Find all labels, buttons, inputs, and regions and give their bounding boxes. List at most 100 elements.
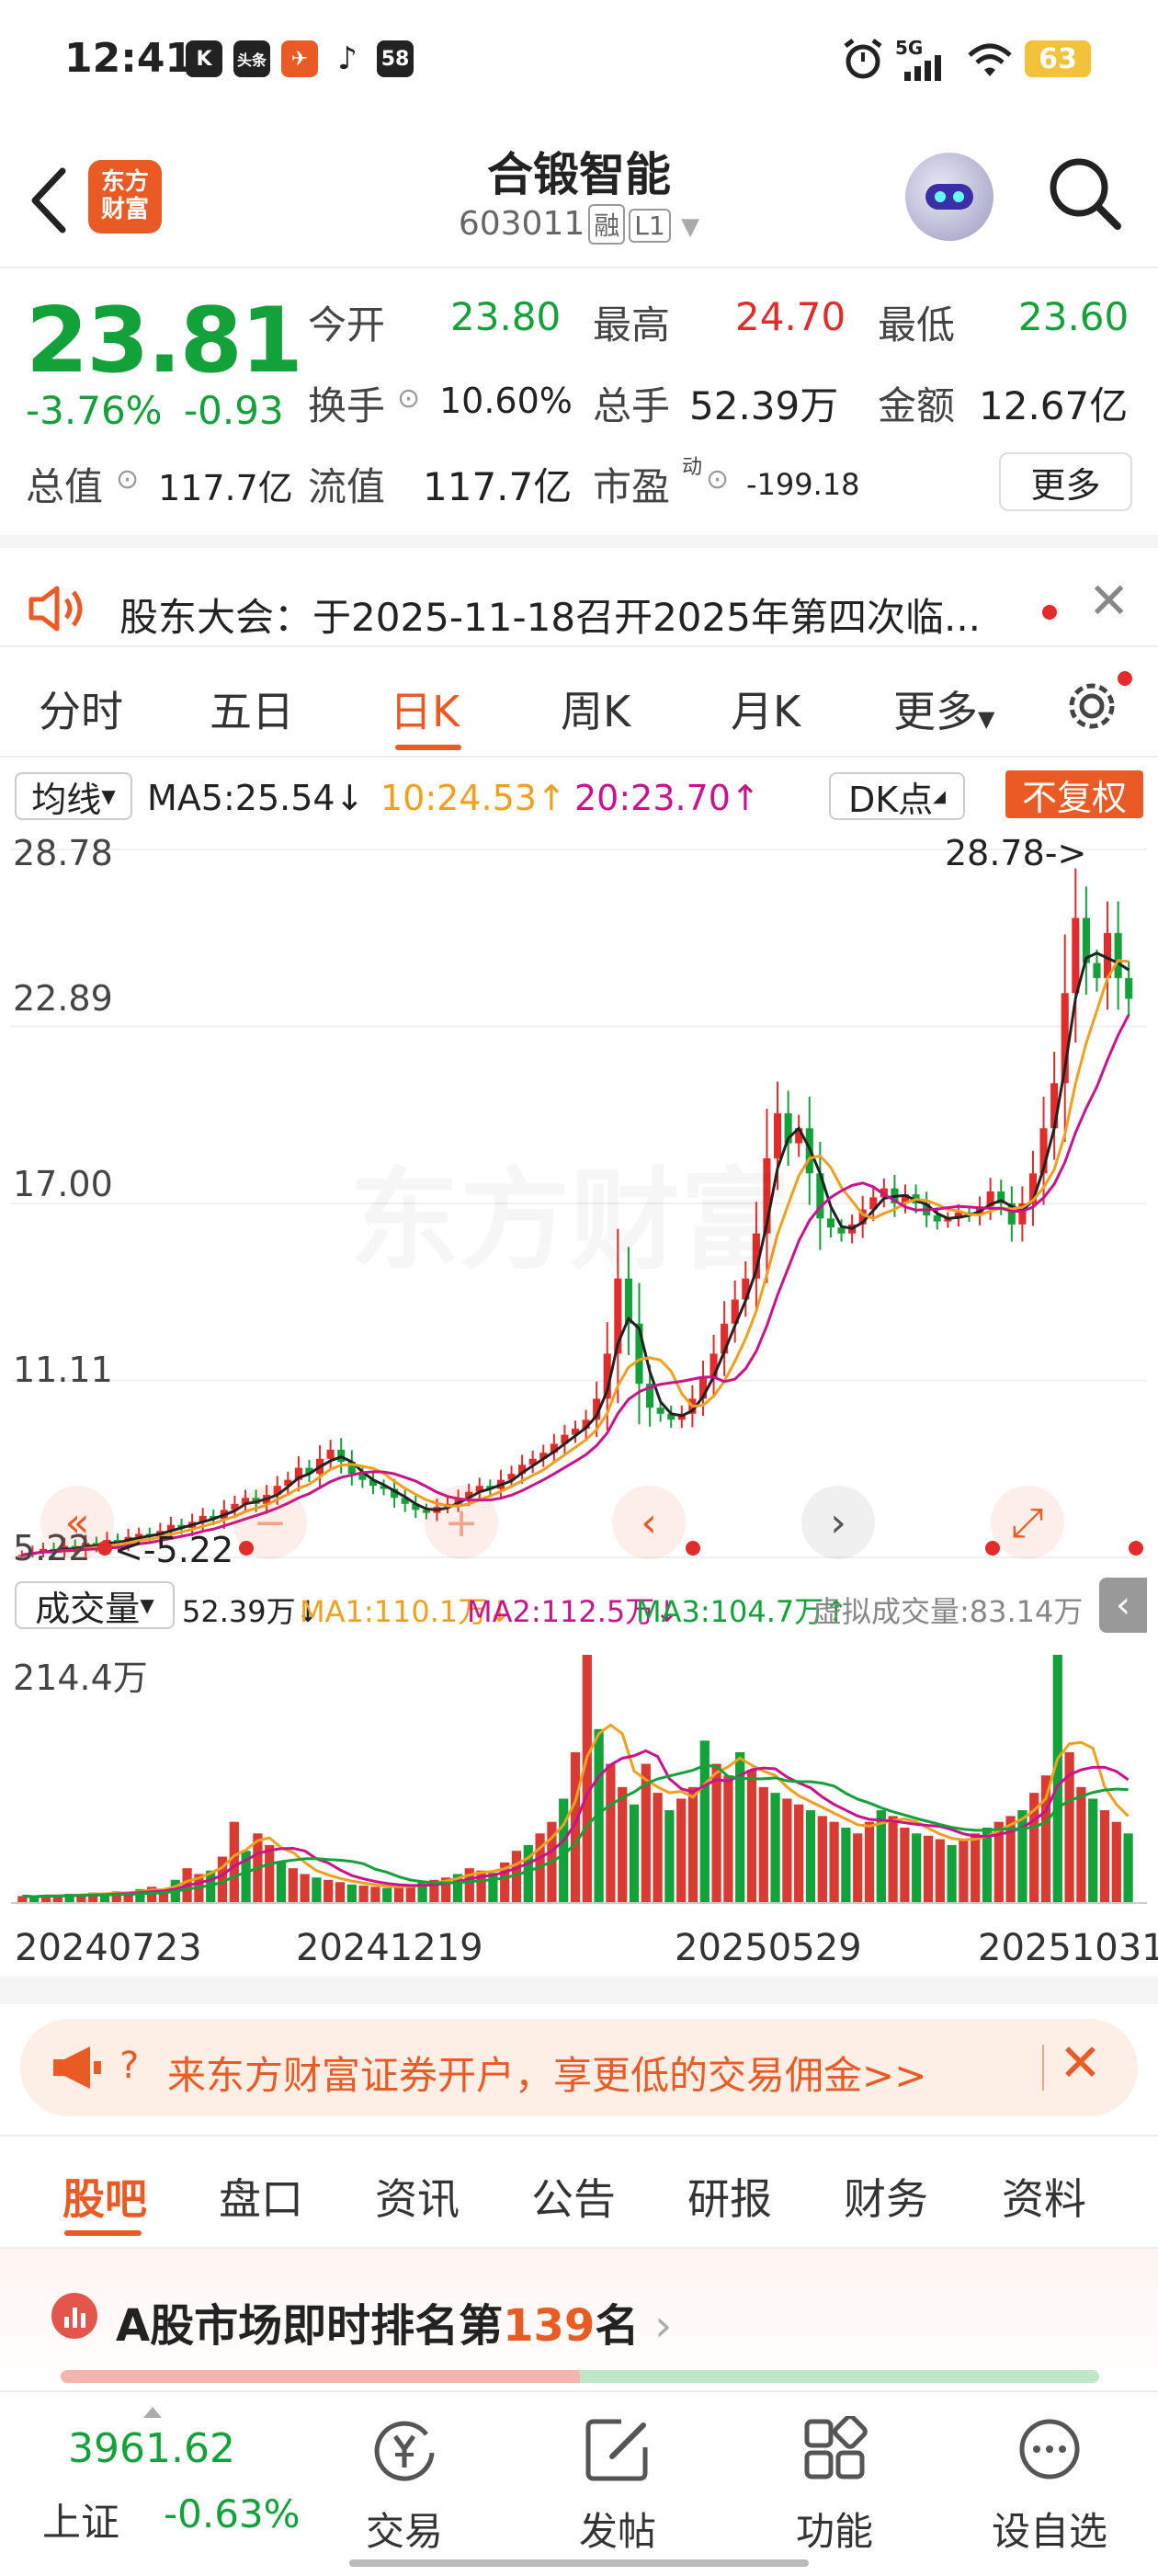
signal-icon bbox=[904, 55, 941, 81]
volume-bar bbox=[300, 1874, 310, 1903]
info-tabs: 股吧 盘口 资讯 公告 研报 财务 资料 bbox=[0, 2138, 1158, 2249]
nav-add-watchlist-label: 设自选 bbox=[991, 2509, 1107, 2554]
collapse-panel-icon[interactable]: ‹ bbox=[1099, 1578, 1147, 1633]
nav-trade-label: 交易 bbox=[365, 2509, 443, 2554]
tab-research[interactable]: 研报 bbox=[687, 2166, 772, 2227]
settings-gear-icon[interactable] bbox=[1062, 673, 1123, 734]
market-rank-card[interactable]: A股市场即时排名第139名 › bbox=[0, 2249, 1158, 2387]
float-cap-value: 117.7亿 bbox=[423, 464, 573, 509]
volume-bar bbox=[912, 1833, 922, 1903]
x-tick-1: 20240723 bbox=[15, 1927, 202, 1969]
close-icon[interactable]: ✕ bbox=[1088, 572, 1130, 630]
speaker-icon bbox=[28, 586, 83, 632]
info-icon[interactable]: ⊙ bbox=[706, 463, 729, 496]
marker-dot bbox=[239, 1541, 254, 1556]
x-tick-4: 20251031 bbox=[978, 1927, 1158, 1969]
mktcap-label: 总值 bbox=[26, 464, 104, 509]
banner-text: 来东方财富证券开户，享更低的交易佣金>> bbox=[167, 2053, 927, 2098]
tab-intraday[interactable]: 分时 bbox=[39, 678, 123, 739]
robot-avatar[interactable] bbox=[905, 153, 993, 241]
vol-ma3-text: MA3:104.7万 bbox=[636, 1594, 824, 1629]
tab-monthly-k[interactable]: 月K bbox=[731, 678, 800, 739]
search-icon[interactable] bbox=[1048, 156, 1121, 230]
tab-announcements[interactable]: 公告 bbox=[531, 2166, 616, 2227]
marker-dot bbox=[1129, 1541, 1143, 1556]
volume-bar bbox=[324, 1879, 334, 1903]
change-percent: -3.76% bbox=[26, 388, 163, 433]
vol-ma2-text: MA2:112.5万 bbox=[467, 1594, 655, 1629]
volume-max-label: 214.4万 bbox=[13, 1658, 148, 1698]
index-quote[interactable]: 3961.62 上证 -0.63% bbox=[18, 2392, 312, 2576]
info-icon[interactable]: ⊙ bbox=[116, 463, 139, 496]
volume-bar bbox=[629, 1804, 640, 1903]
fullscreen-icon[interactable]: ⤢ bbox=[991, 1486, 1064, 1559]
nav-functions[interactable]: 功能 bbox=[743, 2392, 926, 2576]
volume-bar bbox=[853, 1833, 863, 1903]
adjust-mode-button[interactable]: 不复权 bbox=[1005, 770, 1143, 818]
tab-news[interactable]: 资讯 bbox=[375, 2166, 460, 2227]
chevron-down-icon: ▼ bbox=[140, 1594, 154, 1616]
tab-weekly-k[interactable]: 周K bbox=[561, 678, 630, 739]
tab-five-day[interactable]: 五日 bbox=[210, 678, 294, 739]
banner-close-icon[interactable]: ✕ bbox=[1059, 2034, 1102, 2093]
ma5-text: MA5:25.54 bbox=[147, 778, 335, 818]
volume-bar bbox=[817, 1816, 827, 1903]
active-tab-underline bbox=[64, 2230, 142, 2236]
dk-point-selector[interactable]: DK点 ◢ bbox=[829, 772, 965, 820]
volume-bar bbox=[265, 1844, 275, 1903]
tab-finance[interactable]: 财务 bbox=[844, 2166, 928, 2227]
app-plane-icon: ✈ bbox=[281, 40, 318, 77]
volume-selector[interactable]: 成交量 ▼ bbox=[15, 1581, 175, 1629]
nav-trade[interactable]: 交易 bbox=[312, 2392, 496, 2576]
volume-bar bbox=[770, 1793, 780, 1903]
scroll-left-icon[interactable]: ‹ bbox=[612, 1486, 686, 1559]
promo-banner[interactable]: ? 来东方财富证券开户，享更低的交易佣金>> ✕ bbox=[20, 2019, 1138, 2116]
volume-bar bbox=[1111, 1821, 1121, 1903]
rank-prefix: A股市场即时排名第 bbox=[116, 2300, 504, 2352]
volume-bar bbox=[1052, 1655, 1062, 1903]
volume-bar bbox=[782, 1798, 792, 1903]
volume-bar bbox=[358, 1886, 369, 1903]
tab-guba[interactable]: 股吧 bbox=[62, 2166, 147, 2227]
index-value: 3961.62 bbox=[68, 2425, 235, 2472]
battery-indicator: 63 bbox=[1025, 40, 1091, 77]
high-value: 24.70 bbox=[735, 294, 846, 339]
volume-bar bbox=[864, 1821, 875, 1903]
volume-value: 52.39万 bbox=[689, 383, 839, 428]
ma-selector[interactable]: 均线 ▼ bbox=[15, 772, 132, 820]
bottom-nav: 3961.62 上证 -0.63% 交易 发帖 功能 设自选 bbox=[0, 2390, 1158, 2574]
change-amount: -0.93 bbox=[184, 388, 284, 433]
tab-more[interactable]: 更多▼ bbox=[893, 678, 994, 739]
volume-bar bbox=[618, 1786, 628, 1903]
app-tiktok-icon: ♪ bbox=[329, 40, 366, 77]
active-tab-underline bbox=[395, 745, 461, 750]
zoom-in-icon[interactable]: + bbox=[425, 1486, 498, 1559]
tab-profile[interactable]: 资料 bbox=[1002, 2166, 1086, 2227]
volume-bar bbox=[982, 1827, 993, 1903]
vol-ma1-text: MA1:110.1万 bbox=[300, 1594, 488, 1629]
nav-add-watchlist[interactable]: 设自选 bbox=[958, 2392, 1141, 2576]
info-icon[interactable]: ⊙ bbox=[397, 382, 420, 415]
tab-daily-k[interactable]: 日K bbox=[390, 678, 460, 739]
notice-bar[interactable]: 股东大会：于2025-11-18召开2025年第四次临... ✕ bbox=[0, 552, 1158, 644]
settings-badge-dot bbox=[1118, 671, 1132, 686]
tab-pankou[interactable]: 盘口 bbox=[219, 2166, 303, 2227]
more-button[interactable]: 更多 bbox=[999, 452, 1132, 511]
rank-suffix: 名 bbox=[595, 2300, 640, 2352]
megaphone-icon bbox=[53, 2046, 101, 2089]
volume-chart[interactable] bbox=[11, 1636, 1147, 1912]
edit-icon bbox=[585, 2419, 648, 2481]
more-circle-icon bbox=[1019, 2419, 1080, 2479]
volume-bar bbox=[653, 1793, 663, 1903]
volume-bar bbox=[582, 1655, 592, 1903]
y-tick-max: 28.78 bbox=[13, 833, 113, 873]
open-label: 今开 bbox=[308, 302, 386, 348]
status-bar: 12:41 K 头条 ✈ ♪ 58 5G 63 bbox=[0, 0, 1158, 120]
volume-bar bbox=[829, 1821, 839, 1903]
min-price-label: <-5.22 bbox=[114, 1530, 234, 1570]
volume-bar bbox=[959, 1839, 969, 1903]
indicator-row: 均线 ▼ MA5:25.54↓ 10:24.53↑ 20:23.70↑ DK点 ◢ bbox=[0, 763, 1158, 827]
nav-post[interactable]: 发帖 bbox=[526, 2392, 710, 2576]
volume-bar bbox=[229, 1821, 239, 1903]
scroll-right-icon[interactable]: › bbox=[801, 1486, 875, 1559]
